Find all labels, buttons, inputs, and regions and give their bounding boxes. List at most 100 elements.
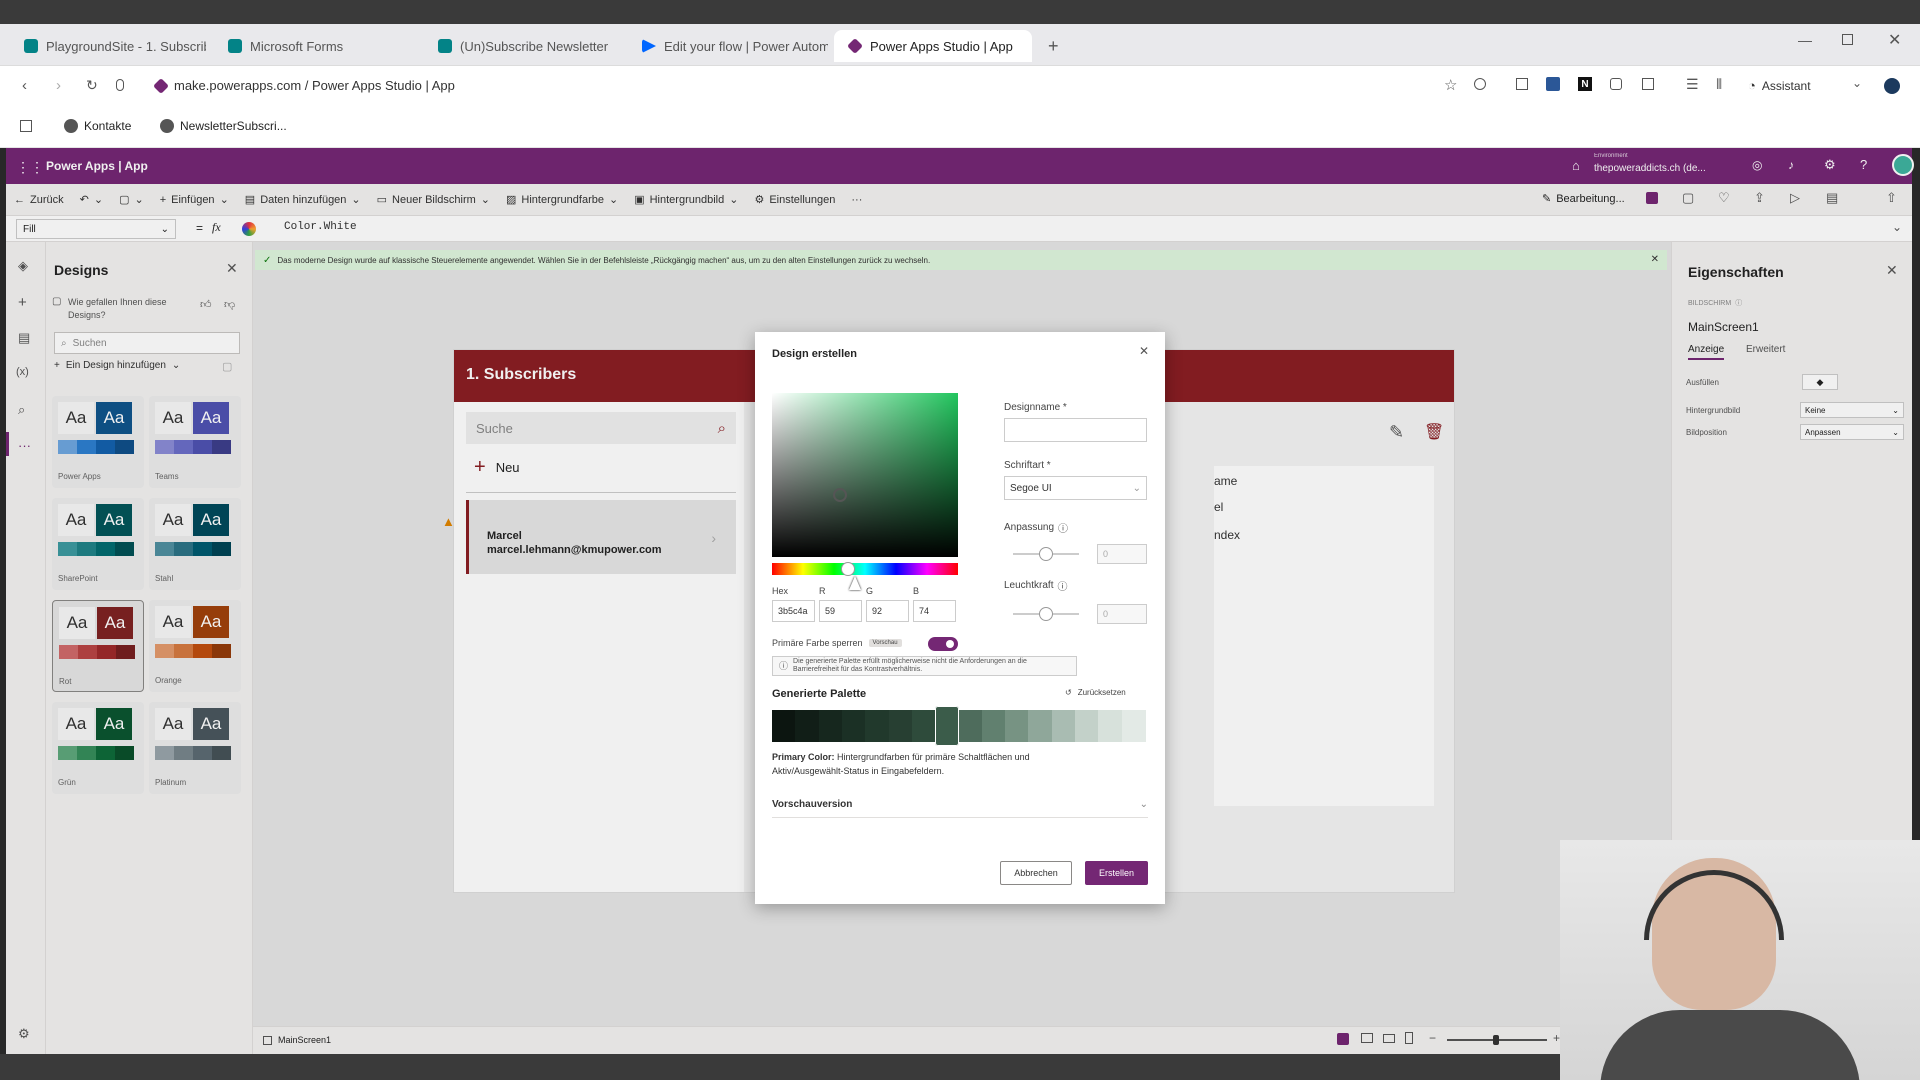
power-apps-icon: [847, 38, 863, 54]
palette-swatch[interactable]: [911, 710, 936, 742]
brightness-input[interactable]: 0: [1097, 604, 1147, 624]
palette-swatch[interactable]: [772, 710, 796, 742]
mic-icon[interactable]: [116, 79, 124, 91]
r-input[interactable]: 59: [819, 600, 862, 622]
reset-button[interactable]: ↺ Zurücksetzen: [1065, 688, 1126, 697]
forms-icon: [228, 39, 242, 53]
palette-swatch[interactable]: [1051, 710, 1076, 742]
chevron-down-icon: ⌄: [1132, 482, 1141, 494]
palette-swatch[interactable]: [1121, 710, 1146, 742]
browser-tab[interactable]: Microsoft Forms: [214, 30, 414, 62]
cancel-button[interactable]: Abbrechen: [1000, 861, 1072, 885]
chevron-down-icon: ⌄: [1139, 799, 1148, 810]
tab-label: PlaygroundSite - 1. Subscribe: [46, 38, 206, 54]
palette-swatch[interactable]: [818, 710, 843, 742]
palette-swatch[interactable]: [1028, 710, 1053, 742]
tab-list-icon[interactable]: ☰: [1686, 76, 1699, 93]
browser-tab-active[interactable]: Power Apps Studio | App: [834, 30, 1032, 62]
audio-icon[interactable]: ⦀: [1716, 76, 1722, 93]
tab-label: Edit your flow | Power Autom: [664, 38, 828, 54]
extension-icon[interactable]: [1546, 77, 1560, 91]
globe-icon: [64, 119, 78, 133]
forward-icon[interactable]: ›: [56, 77, 61, 94]
assistant-label: Assistant: [1761, 78, 1811, 93]
browser-tab[interactable]: Edit your flow | Power Autom: [628, 30, 828, 62]
tab-label: Microsoft Forms: [250, 38, 344, 54]
b-input[interactable]: 74: [913, 600, 956, 622]
browser-tab[interactable]: (Un)Subscribe Newsletter: [424, 30, 630, 62]
lock-row: Primäre Farbe sperren Vorschau: [772, 638, 902, 648]
hue-thumb[interactable]: [841, 562, 856, 576]
extension-icon[interactable]: [1610, 78, 1622, 90]
sharepoint-icon: [438, 39, 452, 53]
assistant-icon: ◔: [1748, 78, 1756, 93]
palette-title: Generierte Palette: [772, 688, 867, 700]
tab-label: Power Apps Studio | App: [870, 38, 1013, 54]
reader-icon[interactable]: [1516, 78, 1528, 90]
url-field[interactable]: make.powerapps.com / Power Apps Studio |…: [153, 77, 455, 94]
design-name-input[interactable]: [1004, 418, 1147, 442]
adjust-input[interactable]: 0: [1097, 544, 1147, 564]
create-button[interactable]: Erstellen: [1085, 861, 1148, 885]
palette-swatch[interactable]: [888, 710, 913, 742]
os-titlebar: [0, 0, 1920, 24]
create-design-dialog: Design erstellen ✕ Hex R G B 3b5c4a 59 9…: [755, 332, 1165, 904]
adjust-thumb[interactable]: [1039, 547, 1053, 561]
palette-swatch[interactable]: [981, 710, 1006, 742]
palette-swatch[interactable]: [841, 710, 866, 742]
hue-slider[interactable]: [772, 562, 958, 576]
minimize-icon[interactable]: —: [1798, 32, 1812, 48]
star-icon[interactable]: ☆: [1444, 76, 1457, 94]
saturation-value-picker[interactable]: [772, 393, 958, 557]
bookmark-label: NewsletterSubscri...: [180, 119, 287, 133]
hex-input[interactable]: 3b5c4a: [772, 600, 815, 622]
palette-swatch[interactable]: [795, 710, 820, 742]
palette-swatch[interactable]: [958, 710, 983, 742]
warning-text: Die generierte Palette erfüllt möglicher…: [793, 658, 1027, 673]
bookmark-newsletter[interactable]: NewsletterSubscri...: [160, 119, 287, 133]
color-cursor[interactable]: [833, 488, 847, 502]
preview-section[interactable]: Vorschauversion ⌄: [772, 792, 1148, 818]
tab-label: (Un)Subscribe Newsletter: [460, 38, 609, 54]
info-icon: ⓘ: [1057, 582, 1068, 593]
mouse-cursor-icon: [849, 576, 861, 590]
preview-badge: Vorschau: [868, 639, 902, 647]
close-icon[interactable]: ✕: [1139, 344, 1149, 358]
palette-swatch[interactable]: [1098, 710, 1123, 742]
brightness-label: Leuchtkraft: [1004, 580, 1054, 591]
palette-swatch[interactable]: [865, 710, 890, 742]
palette-swatch-selected[interactable]: [935, 706, 959, 746]
notion-icon[interactable]: N: [1578, 77, 1592, 91]
power-automate-icon: [642, 39, 656, 53]
back-icon[interactable]: ‹: [22, 77, 27, 94]
font-value: Segoe UI: [1010, 482, 1052, 494]
reload-icon[interactable]: ↻: [86, 77, 98, 94]
design-name-label: Designname *: [1004, 402, 1067, 413]
brightness-thumb[interactable]: [1039, 607, 1053, 621]
font-dropdown[interactable]: Segoe UI ⌄: [1004, 476, 1147, 500]
url-text: make.powerapps.com / Power Apps Studio |…: [174, 78, 455, 93]
apps-grid-icon[interactable]: [20, 120, 32, 132]
profile-avatar[interactable]: [1884, 78, 1900, 94]
maximize-icon[interactable]: [1842, 34, 1853, 45]
share-icon[interactable]: [1474, 78, 1486, 90]
browser-tab[interactable]: PlaygroundSite - 1. Subscribe: [10, 30, 206, 62]
dialog-title: Design erstellen: [772, 348, 857, 360]
sharepoint-icon: [24, 39, 38, 53]
lock-toggle[interactable]: [928, 637, 958, 651]
reset-label: Zurücksetzen: [1077, 688, 1126, 697]
g-input[interactable]: 92: [866, 600, 909, 622]
r-label: R: [819, 586, 826, 596]
palette-swatch[interactable]: [1075, 710, 1099, 742]
palette-swatch[interactable]: [1005, 710, 1029, 742]
close-window-icon[interactable]: ✕: [1888, 30, 1901, 50]
primary-desc: Primary Color: Hintergrundfarben für pri…: [772, 750, 1092, 778]
bookmark-kontakte[interactable]: Kontakte: [64, 119, 131, 133]
brightness-label-row: Leuchtkraft ⓘ: [1004, 578, 1067, 593]
extension-icon[interactable]: [1642, 78, 1654, 90]
preview-label: Vorschauversion: [772, 799, 853, 810]
adjust-label: Anpassung: [1004, 522, 1055, 533]
chevron-down-icon[interactable]: ⌄: [1852, 76, 1862, 90]
assistant-button[interactable]: ◔ Assistant: [1748, 78, 1811, 93]
new-tab-icon[interactable]: +: [1048, 36, 1059, 57]
